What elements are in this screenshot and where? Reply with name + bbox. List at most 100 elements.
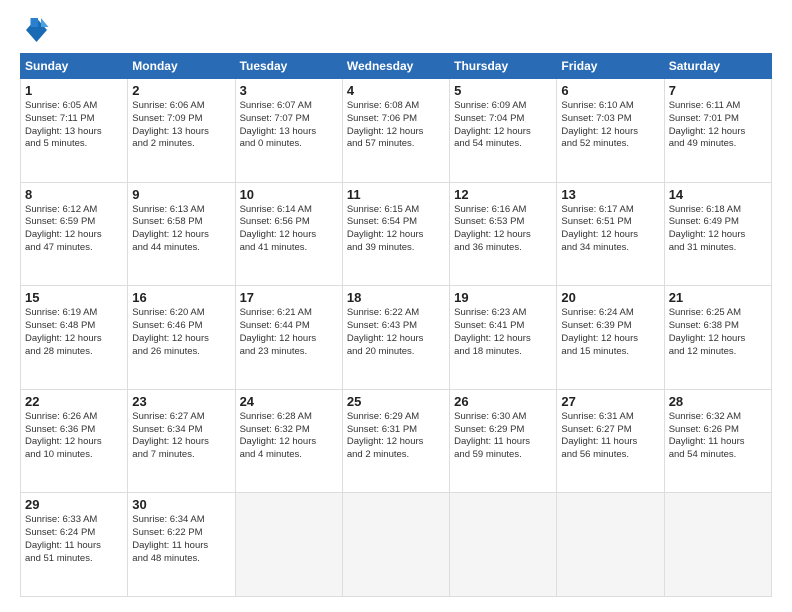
day-info: Sunrise: 6:28 AM Sunset: 6:32 PM Dayligh… — [240, 411, 338, 462]
calendar-header-friday: Friday — [557, 54, 664, 79]
day-info: Sunrise: 6:30 AM Sunset: 6:29 PM Dayligh… — [454, 411, 552, 462]
calendar-table: SundayMondayTuesdayWednesdayThursdayFrid… — [20, 53, 772, 597]
calendar-cell: 26Sunrise: 6:30 AM Sunset: 6:29 PM Dayli… — [450, 389, 557, 493]
day-info: Sunrise: 6:10 AM Sunset: 7:03 PM Dayligh… — [561, 100, 659, 151]
calendar-cell: 13Sunrise: 6:17 AM Sunset: 6:51 PM Dayli… — [557, 182, 664, 286]
calendar-header-saturday: Saturday — [664, 54, 771, 79]
calendar-cell: 12 Sunrise: 6:16 AM Sunset: 6:53 PM Dayli… — [450, 182, 557, 286]
calendar-cell — [450, 493, 557, 597]
calendar-header-tuesday: Tuesday — [235, 54, 342, 79]
calendar-cell: 7 Sunrise: 6:11 AM Sunset: 7:01 PM Daylig… — [664, 79, 771, 183]
calendar-header-sunday: Sunday — [21, 54, 128, 79]
calendar-cell: 9 Sunrise: 6:13 AM Sunset: 6:58 PM Daylig… — [128, 182, 235, 286]
day-info: Sunrise: 6:31 AM Sunset: 6:27 PM Dayligh… — [561, 411, 659, 462]
week-row-4: 22 Sunrise: 6:26 AM Sunset: 6:36 PM Dayli… — [21, 389, 772, 493]
day-number: 3 — [240, 83, 338, 98]
day-number: 7 — [669, 83, 767, 98]
day-info: Sunrise: 6:26 AM Sunset: 6:36 PM Dayligh… — [25, 411, 123, 462]
calendar-header-wednesday: Wednesday — [342, 54, 449, 79]
day-number: 24 — [240, 394, 338, 409]
day-info: Sunrise: 6:29 AM Sunset: 6:31 PM Dayligh… — [347, 411, 445, 462]
day-info: Sunrise: 6:22 AM Sunset: 6:43 PM Dayligh… — [347, 307, 445, 358]
week-row-1: 1 Sunrise: 6:05 AM Sunset: 7:11 PM Daylig… — [21, 79, 772, 183]
day-number: 27 — [561, 394, 659, 409]
day-info: Sunrise: 6:19 AM Sunset: 6:48 PM Dayligh… — [25, 307, 123, 358]
calendar-cell: 14Sunrise: 6:18 AM Sunset: 6:49 PM Dayli… — [664, 182, 771, 286]
calendar-cell: 18 Sunrise: 6:22 AM Sunset: 6:43 PM Dayli… — [342, 286, 449, 390]
day-number: 25 — [347, 394, 445, 409]
day-info: Sunrise: 6:18 AM Sunset: 6:49 PM Dayligh… — [669, 204, 767, 255]
page: SundayMondayTuesdayWednesdayThursdayFrid… — [0, 0, 792, 612]
day-number: 20 — [561, 290, 659, 305]
calendar-cell: 25 Sunrise: 6:29 AM Sunset: 6:31 PM Dayli… — [342, 389, 449, 493]
calendar-cell: 15 Sunrise: 6:19 AM Sunset: 6:48 PM Dayli… — [21, 286, 128, 390]
day-number: 12 — [454, 187, 552, 202]
week-row-3: 15 Sunrise: 6:19 AM Sunset: 6:48 PM Dayli… — [21, 286, 772, 390]
day-number: 18 — [347, 290, 445, 305]
calendar-header-monday: Monday — [128, 54, 235, 79]
day-number: 1 — [25, 83, 123, 98]
day-info: Sunrise: 6:13 AM Sunset: 6:58 PM Dayligh… — [132, 204, 230, 255]
calendar-cell: 16Sunrise: 6:20 AM Sunset: 6:46 PM Dayli… — [128, 286, 235, 390]
day-number: 10 — [240, 187, 338, 202]
day-number: 22 — [25, 394, 123, 409]
calendar-cell — [557, 493, 664, 597]
day-info: Sunrise: 6:16 AM Sunset: 6:53 PM Dayligh… — [454, 204, 552, 255]
day-number: 4 — [347, 83, 445, 98]
day-info: Sunrise: 6:08 AM Sunset: 7:06 PM Dayligh… — [347, 100, 445, 151]
calendar-cell — [235, 493, 342, 597]
day-info: Sunrise: 6:14 AM Sunset: 6:56 PM Dayligh… — [240, 204, 338, 255]
calendar-cell: 24 Sunrise: 6:28 AM Sunset: 6:32 PM Dayli… — [235, 389, 342, 493]
day-number: 30 — [132, 497, 230, 512]
week-row-5: 29Sunrise: 6:33 AM Sunset: 6:24 PM Dayli… — [21, 493, 772, 597]
day-number: 19 — [454, 290, 552, 305]
day-info: Sunrise: 6:11 AM Sunset: 7:01 PM Dayligh… — [669, 100, 767, 151]
day-number: 28 — [669, 394, 767, 409]
day-number: 29 — [25, 497, 123, 512]
calendar-cell: 8Sunrise: 6:12 AM Sunset: 6:59 PM Daylig… — [21, 182, 128, 286]
logo — [20, 15, 54, 45]
day-number: 13 — [561, 187, 659, 202]
week-row-2: 8Sunrise: 6:12 AM Sunset: 6:59 PM Daylig… — [21, 182, 772, 286]
calendar-cell: 21 Sunrise: 6:25 AM Sunset: 6:38 PM Dayli… — [664, 286, 771, 390]
day-number: 23 — [132, 394, 230, 409]
calendar-cell: 29Sunrise: 6:33 AM Sunset: 6:24 PM Dayli… — [21, 493, 128, 597]
calendar-cell: 10 Sunrise: 6:14 AM Sunset: 6:56 PM Dayli… — [235, 182, 342, 286]
day-info: Sunrise: 6:32 AM Sunset: 6:26 PM Dayligh… — [669, 411, 767, 462]
day-number: 2 — [132, 83, 230, 98]
day-number: 6 — [561, 83, 659, 98]
day-info: Sunrise: 6:23 AM Sunset: 6:41 PM Dayligh… — [454, 307, 552, 358]
calendar-cell: 20Sunrise: 6:24 AM Sunset: 6:39 PM Dayli… — [557, 286, 664, 390]
day-info: Sunrise: 6:21 AM Sunset: 6:44 PM Dayligh… — [240, 307, 338, 358]
day-info: Sunrise: 6:25 AM Sunset: 6:38 PM Dayligh… — [669, 307, 767, 358]
logo-icon — [20, 15, 50, 45]
day-info: Sunrise: 6:15 AM Sunset: 6:54 PM Dayligh… — [347, 204, 445, 255]
day-number: 11 — [347, 187, 445, 202]
calendar-cell: 4 Sunrise: 6:08 AM Sunset: 7:06 PM Daylig… — [342, 79, 449, 183]
calendar-cell: 2 Sunrise: 6:06 AM Sunset: 7:09 PM Daylig… — [128, 79, 235, 183]
calendar-cell — [342, 493, 449, 597]
calendar-cell: 28 Sunrise: 6:32 AM Sunset: 6:26 PM Dayli… — [664, 389, 771, 493]
day-info: Sunrise: 6:05 AM Sunset: 7:11 PM Dayligh… — [25, 100, 123, 151]
day-number: 15 — [25, 290, 123, 305]
day-info: Sunrise: 6:06 AM Sunset: 7:09 PM Dayligh… — [132, 100, 230, 151]
day-number: 8 — [25, 187, 123, 202]
day-number: 5 — [454, 83, 552, 98]
day-info: Sunrise: 6:09 AM Sunset: 7:04 PM Dayligh… — [454, 100, 552, 151]
calendar-cell: 1 Sunrise: 6:05 AM Sunset: 7:11 PM Daylig… — [21, 79, 128, 183]
calendar-header-thursday: Thursday — [450, 54, 557, 79]
calendar-cell: 30 Sunrise: 6:34 AM Sunset: 6:22 PM Dayli… — [128, 493, 235, 597]
day-number: 9 — [132, 187, 230, 202]
header — [20, 15, 772, 45]
calendar-cell: 22 Sunrise: 6:26 AM Sunset: 6:36 PM Dayli… — [21, 389, 128, 493]
calendar-cell: 6 Sunrise: 6:10 AM Sunset: 7:03 PM Daylig… — [557, 79, 664, 183]
calendar-cell: 5 Sunrise: 6:09 AM Sunset: 7:04 PM Daylig… — [450, 79, 557, 183]
calendar-cell: 27 Sunrise: 6:31 AM Sunset: 6:27 PM Dayli… — [557, 389, 664, 493]
day-number: 21 — [669, 290, 767, 305]
calendar-cell: 3Sunrise: 6:07 AM Sunset: 7:07 PM Daylig… — [235, 79, 342, 183]
calendar-cell: 17Sunrise: 6:21 AM Sunset: 6:44 PM Dayli… — [235, 286, 342, 390]
calendar-cell — [664, 493, 771, 597]
calendar-cell: 11 Sunrise: 6:15 AM Sunset: 6:54 PM Dayli… — [342, 182, 449, 286]
day-info: Sunrise: 6:34 AM Sunset: 6:22 PM Dayligh… — [132, 514, 230, 565]
day-info: Sunrise: 6:27 AM Sunset: 6:34 PM Dayligh… — [132, 411, 230, 462]
